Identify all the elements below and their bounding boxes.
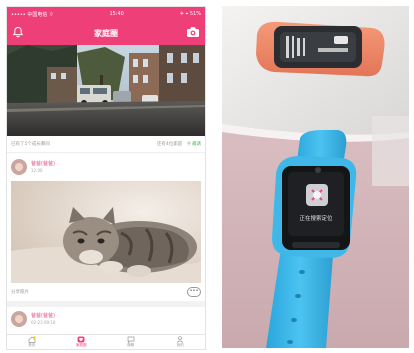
moments-count: 已有了5个成长瞬间 — [11, 142, 50, 147]
info-bar: 已有了5个成长瞬间 还有4位家庭 ⚲ 邀请 — [7, 136, 205, 153]
heart-icon — [77, 336, 85, 343]
tab-chat[interactable]: 微聊 — [124, 336, 138, 348]
post-time: 02-23 09:10 — [31, 319, 56, 325]
status-time: 15:40 — [109, 11, 124, 17]
post-caption: 分享照片 — [11, 290, 29, 295]
post-header-2: 爸爸(爸爸) 02-23 09:10 — [7, 307, 205, 331]
avatar[interactable] — [11, 311, 27, 327]
carrier-label: ••••• 中国电信 ⌔ — [11, 11, 54, 18]
watch-screen-text: 正在搜索定位 — [299, 214, 333, 222]
chat-icon — [127, 336, 135, 343]
bell-icon[interactable] — [12, 26, 24, 38]
smartwatch-photo: 正在搜索定位 — [222, 6, 409, 348]
tab-me[interactable]: 我的 — [173, 336, 187, 348]
user-icon — [177, 336, 184, 343]
post-header: 爸爸(爸爸) 12:00 — [7, 153, 205, 181]
camera-plus-icon[interactable] — [186, 26, 200, 38]
invite-icon: ⚲ — [187, 142, 191, 147]
kitten-photo[interactable] — [11, 181, 201, 283]
post-author[interactable]: 爸爸(爸爸) — [31, 161, 55, 168]
home-icon — [28, 336, 36, 343]
app-header: 家庭圈 — [7, 21, 205, 45]
phone-screenshot: ••••• 中国电信 ⌔ 15:40 ✈ ⌖ 51% 家庭圈 已有了5个成长瞬间… — [6, 6, 206, 350]
tab-bar: 首页 家庭圈 微聊 我的 — [7, 334, 205, 349]
tab-home[interactable]: 首页 — [25, 336, 39, 348]
post-author[interactable]: 爸爸(爸爸) — [31, 313, 55, 320]
tab-family-circle[interactable]: 家庭圈 — [74, 336, 88, 348]
tab-label: 我的 — [176, 343, 184, 347]
invite-label: 邀请 — [192, 142, 201, 147]
tab-label: 首页 — [28, 343, 36, 347]
comment-button[interactable]: ••• — [187, 287, 201, 297]
post-footer: 分享照片 ••• — [7, 283, 205, 301]
page-title: 家庭圈 — [94, 28, 118, 38]
family-count: 还有4位家庭 — [156, 142, 183, 147]
tab-label: 微聊 — [127, 343, 135, 347]
status-bar: ••••• 中国电信 ⌔ 15:40 ✈ ⌖ 51% — [7, 7, 205, 21]
battery-indicator: ✈ ⌖ 51% — [179, 11, 201, 17]
invite-button[interactable]: ⚲ 邀请 — [187, 141, 201, 147]
banner-photo[interactable] — [7, 45, 205, 136]
avatar[interactable] — [11, 159, 27, 175]
post-time: 12:00 — [31, 167, 43, 173]
tab-label: 家庭圈 — [76, 343, 87, 347]
